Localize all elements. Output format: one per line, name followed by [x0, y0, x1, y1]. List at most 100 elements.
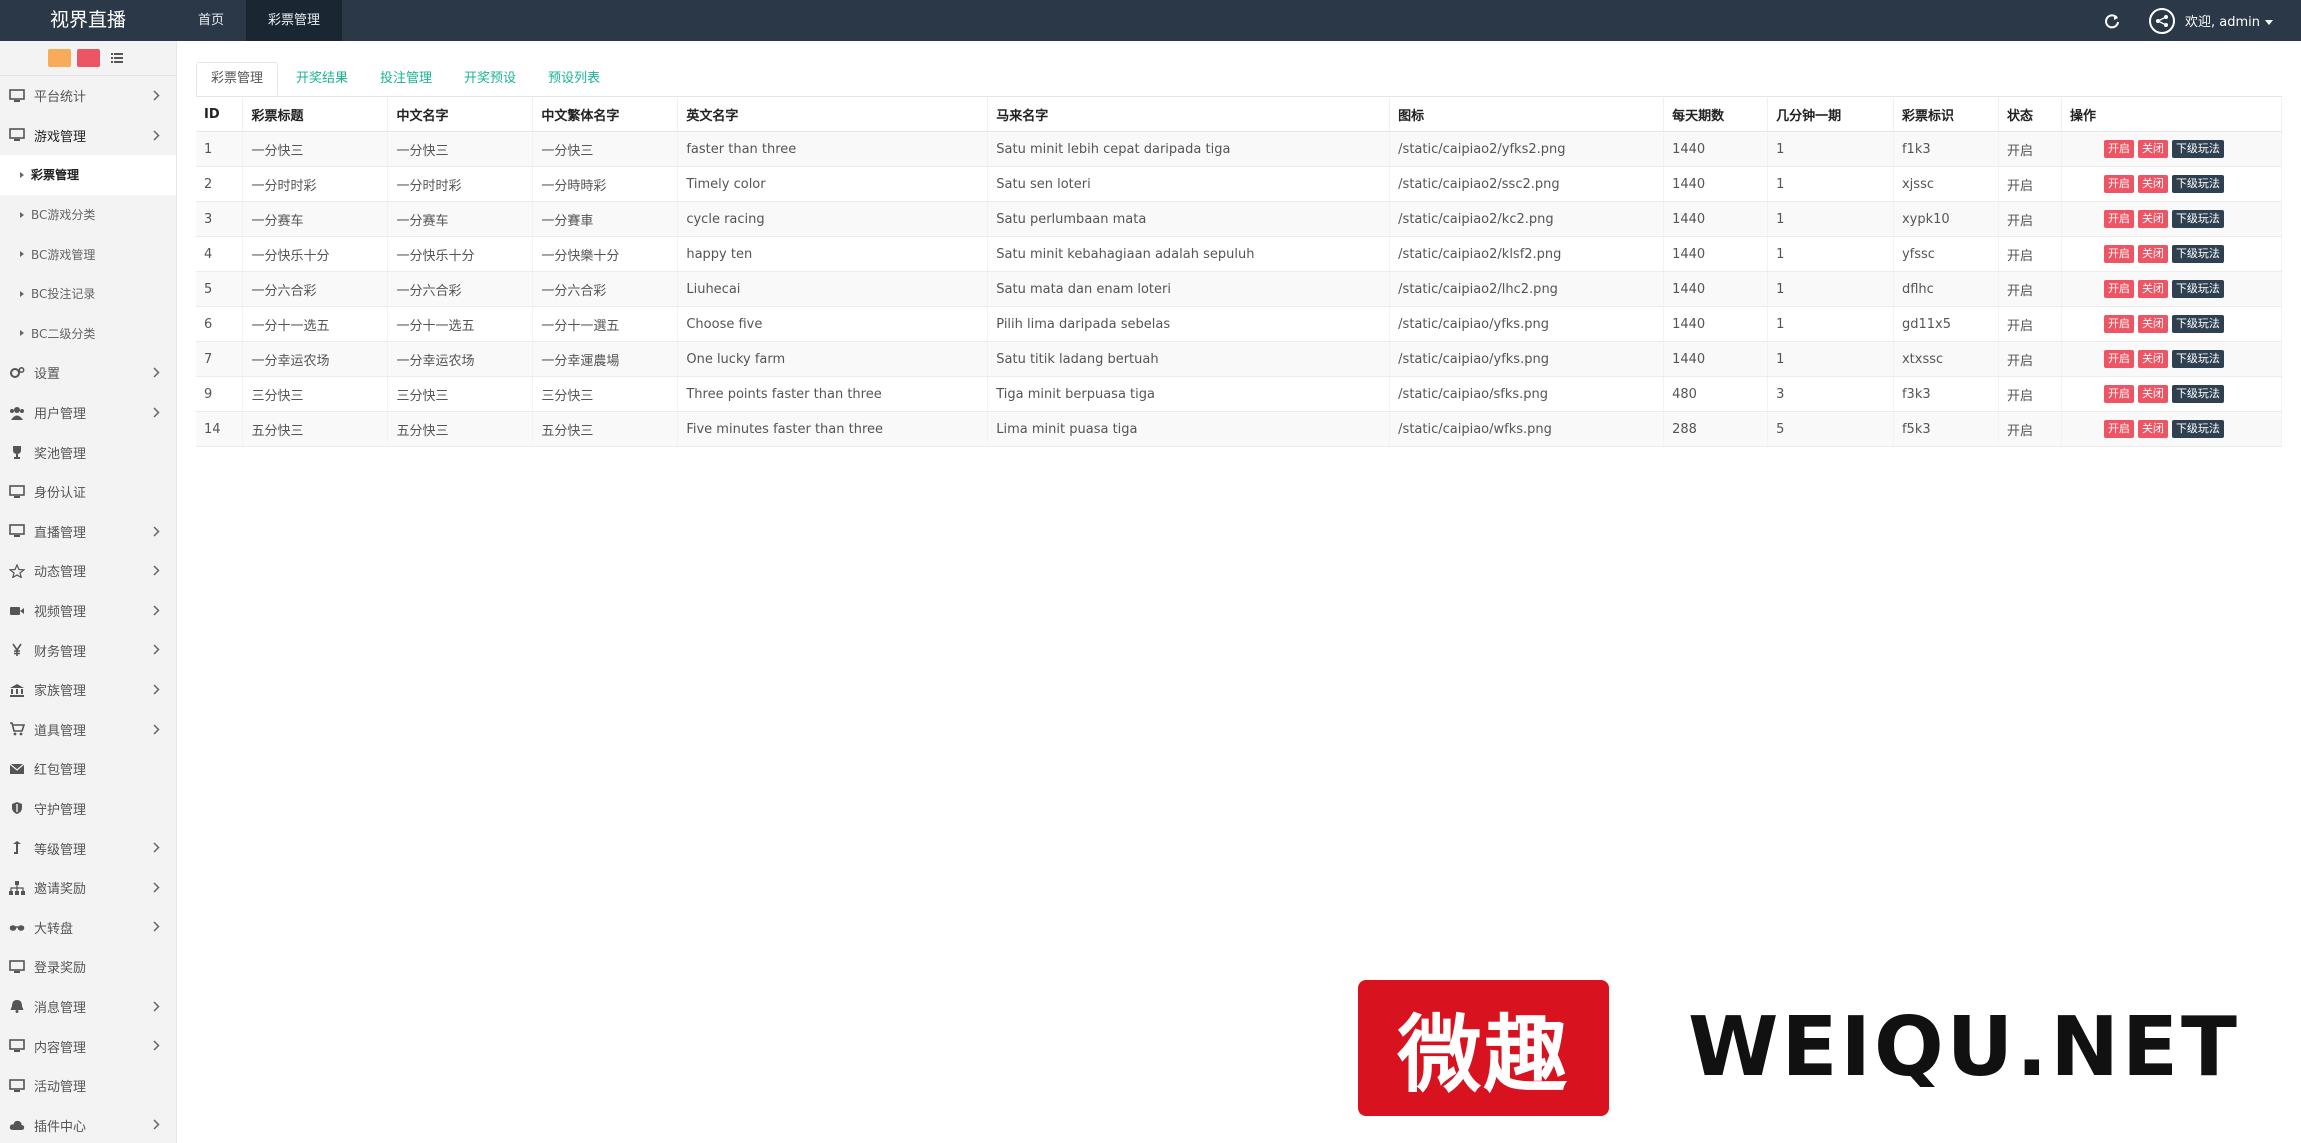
- close-button[interactable]: 关闭: [2137, 140, 2168, 158]
- table-cell: 1440: [1663, 271, 1769, 307]
- tab-1[interactable]: 开奖结果: [282, 62, 362, 95]
- open-button[interactable]: 开启: [2103, 245, 2134, 263]
- sidebar-item-label: BC游戏管理: [31, 247, 96, 262]
- close-button[interactable]: 关闭: [2137, 210, 2168, 228]
- user-menu[interactable]: 欢迎, admin: [2185, 11, 2273, 30]
- sidebar-subitem-3[interactable]: BC游戏分类: [0, 195, 176, 235]
- close-button[interactable]: 关闭: [2137, 420, 2168, 438]
- sub-play-button[interactable]: 下级玩法: [2171, 210, 2224, 228]
- sidebar-subitem-2[interactable]: 彩票管理: [0, 155, 176, 195]
- topnav-item-lottery[interactable]: 彩票管理: [246, 0, 343, 41]
- monitor-icon: [8, 1078, 26, 1094]
- share-icon[interactable]: [2149, 7, 2175, 34]
- sub-play-button[interactable]: 下级玩法: [2171, 280, 2224, 298]
- sidebar-subitem-6[interactable]: BC二级分类: [0, 314, 176, 354]
- small-orange-button[interactable]: [47, 49, 71, 67]
- level-up-icon: [8, 840, 26, 856]
- close-button[interactable]: 关闭: [2137, 315, 2168, 333]
- table-cell: 一分快三: [532, 131, 679, 167]
- close-button[interactable]: 关闭: [2137, 175, 2168, 193]
- trophy-icon: [8, 444, 26, 460]
- sidebar-item-label: 消息管理: [34, 1000, 87, 1016]
- chevron-right-icon: [153, 565, 160, 580]
- sidebar-item-17[interactable]: 红包管理: [0, 749, 176, 789]
- tab-3[interactable]: 开奖预设: [450, 62, 530, 95]
- table-cell: 1: [1767, 131, 1894, 167]
- sidebar-item-label: 设置: [34, 367, 61, 383]
- sidebar-item-label: 直播管理: [34, 525, 87, 541]
- sidebar-item-label: BC二级分类: [31, 326, 96, 341]
- sidebar-item-1[interactable]: 游戏管理: [0, 116, 176, 156]
- sidebar-item-23[interactable]: 消息管理: [0, 987, 176, 1027]
- sidebar-item-24[interactable]: 内容管理: [0, 1026, 176, 1066]
- open-button[interactable]: 开启: [2103, 210, 2134, 228]
- column-header: 中文繁体名字: [532, 98, 679, 132]
- chevron-right-icon: [153, 882, 160, 897]
- sidebar-item-10[interactable]: 身份认证: [0, 472, 176, 512]
- gears-icon: [8, 365, 26, 381]
- sub-play-button[interactable]: 下级玩法: [2171, 315, 2224, 333]
- table-cell: xjssc: [1893, 166, 1999, 202]
- sidebar-item-9[interactable]: 奖池管理: [0, 432, 176, 472]
- caret-right-icon: [20, 330, 24, 337]
- close-button[interactable]: 关闭: [2137, 245, 2168, 263]
- sidebar-item-18[interactable]: 守护管理: [0, 789, 176, 829]
- sub-play-button[interactable]: 下级玩法: [2171, 385, 2224, 403]
- sidebar-item-22[interactable]: 登录奖励: [0, 947, 176, 987]
- open-button[interactable]: 开启: [2103, 280, 2134, 298]
- small-red-button[interactable]: [76, 49, 100, 67]
- open-button[interactable]: 开启: [2103, 350, 2134, 368]
- sidebar: 平台统计 游戏管理 彩票管理 BC游戏分类 BC游戏管理 BC投注记录 BC二级分类 设置用户…: [0, 41, 177, 1143]
- sidebar-item-7[interactable]: 设置: [0, 353, 176, 393]
- sidebar-item-21[interactable]: 大转盘: [0, 907, 176, 947]
- close-button[interactable]: 关闭: [2137, 385, 2168, 403]
- chevron-right-icon: [153, 1040, 160, 1055]
- tab-0[interactable]: 彩票管理: [196, 62, 279, 96]
- sidebar-item-16[interactable]: 道具管理: [0, 710, 176, 750]
- open-button[interactable]: 开启: [2103, 315, 2134, 333]
- sidebar-item-14[interactable]: 财务管理: [0, 630, 176, 670]
- table-row: 6 一分十一选五 一分十一选五 一分十一選五 Choose five Pilih lima…: [196, 306, 2283, 342]
- sidebar-item-25[interactable]: 活动管理: [0, 1066, 176, 1106]
- sidebar-item-11[interactable]: 直播管理: [0, 512, 176, 552]
- sub-play-button[interactable]: 下级玩法: [2171, 245, 2224, 263]
- table-cell: f5k3: [1893, 411, 1999, 447]
- sidebar-item-12[interactable]: 动态管理: [0, 551, 176, 591]
- sidebar-subitem-5[interactable]: BC投注记录: [0, 274, 176, 314]
- table-cell: 一分赛车: [242, 201, 389, 237]
- sub-play-button[interactable]: 下级玩法: [2171, 350, 2224, 368]
- sidebar-item-8[interactable]: 用户管理: [0, 393, 176, 433]
- tab-4[interactable]: 预设列表: [534, 62, 614, 95]
- table-cell: yfssc: [1893, 236, 1999, 272]
- table-cell: 1440: [1663, 201, 1769, 237]
- table-cell: 一分十一选五: [242, 306, 389, 342]
- sidebar-item-26[interactable]: 插件中心: [0, 1105, 176, 1143]
- sidebar-item-0[interactable]: 平台统计: [0, 76, 176, 116]
- list-icon[interactable]: [106, 49, 129, 67]
- table-row: 5 一分六合彩 一分六合彩 一分六合彩 Liuhecai Satu mata dan en…: [196, 271, 2283, 307]
- topnav-item-home[interactable]: 首页: [176, 0, 246, 41]
- open-button[interactable]: 开启: [2103, 175, 2134, 193]
- sub-play-button[interactable]: 下级玩法: [2171, 140, 2224, 158]
- sub-play-button[interactable]: 下级玩法: [2171, 420, 2224, 438]
- sidebar-item-19[interactable]: 等级管理: [0, 828, 176, 868]
- sidebar-item-13[interactable]: 视频管理: [0, 591, 176, 631]
- table-cell: Satu minit kebahagiaan adalah sepuluh: [987, 236, 1391, 272]
- brand-logo[interactable]: 视界直播: [0, 0, 176, 41]
- table-cell: cycle racing: [677, 201, 989, 237]
- table-cell: 一分時時彩: [532, 166, 679, 202]
- sidebar-item-label: BC投注记录: [31, 287, 96, 302]
- sub-play-button[interactable]: 下级玩法: [2171, 175, 2224, 193]
- caret-right-icon: [20, 211, 24, 218]
- tab-2[interactable]: 投注管理: [366, 62, 446, 95]
- table-cell: Satu mata dan enam loteri: [987, 271, 1391, 307]
- sidebar-item-20[interactable]: 邀请奖励: [0, 868, 176, 908]
- sidebar-subitem-4[interactable]: BC游戏管理: [0, 234, 176, 274]
- close-button[interactable]: 关闭: [2137, 280, 2168, 298]
- open-button[interactable]: 开启: [2103, 385, 2134, 403]
- close-button[interactable]: 关闭: [2137, 350, 2168, 368]
- refresh-icon[interactable]: [2103, 12, 2121, 30]
- open-button[interactable]: 开启: [2103, 420, 2134, 438]
- open-button[interactable]: 开启: [2103, 140, 2134, 158]
- sidebar-item-15[interactable]: 家族管理: [0, 670, 176, 710]
